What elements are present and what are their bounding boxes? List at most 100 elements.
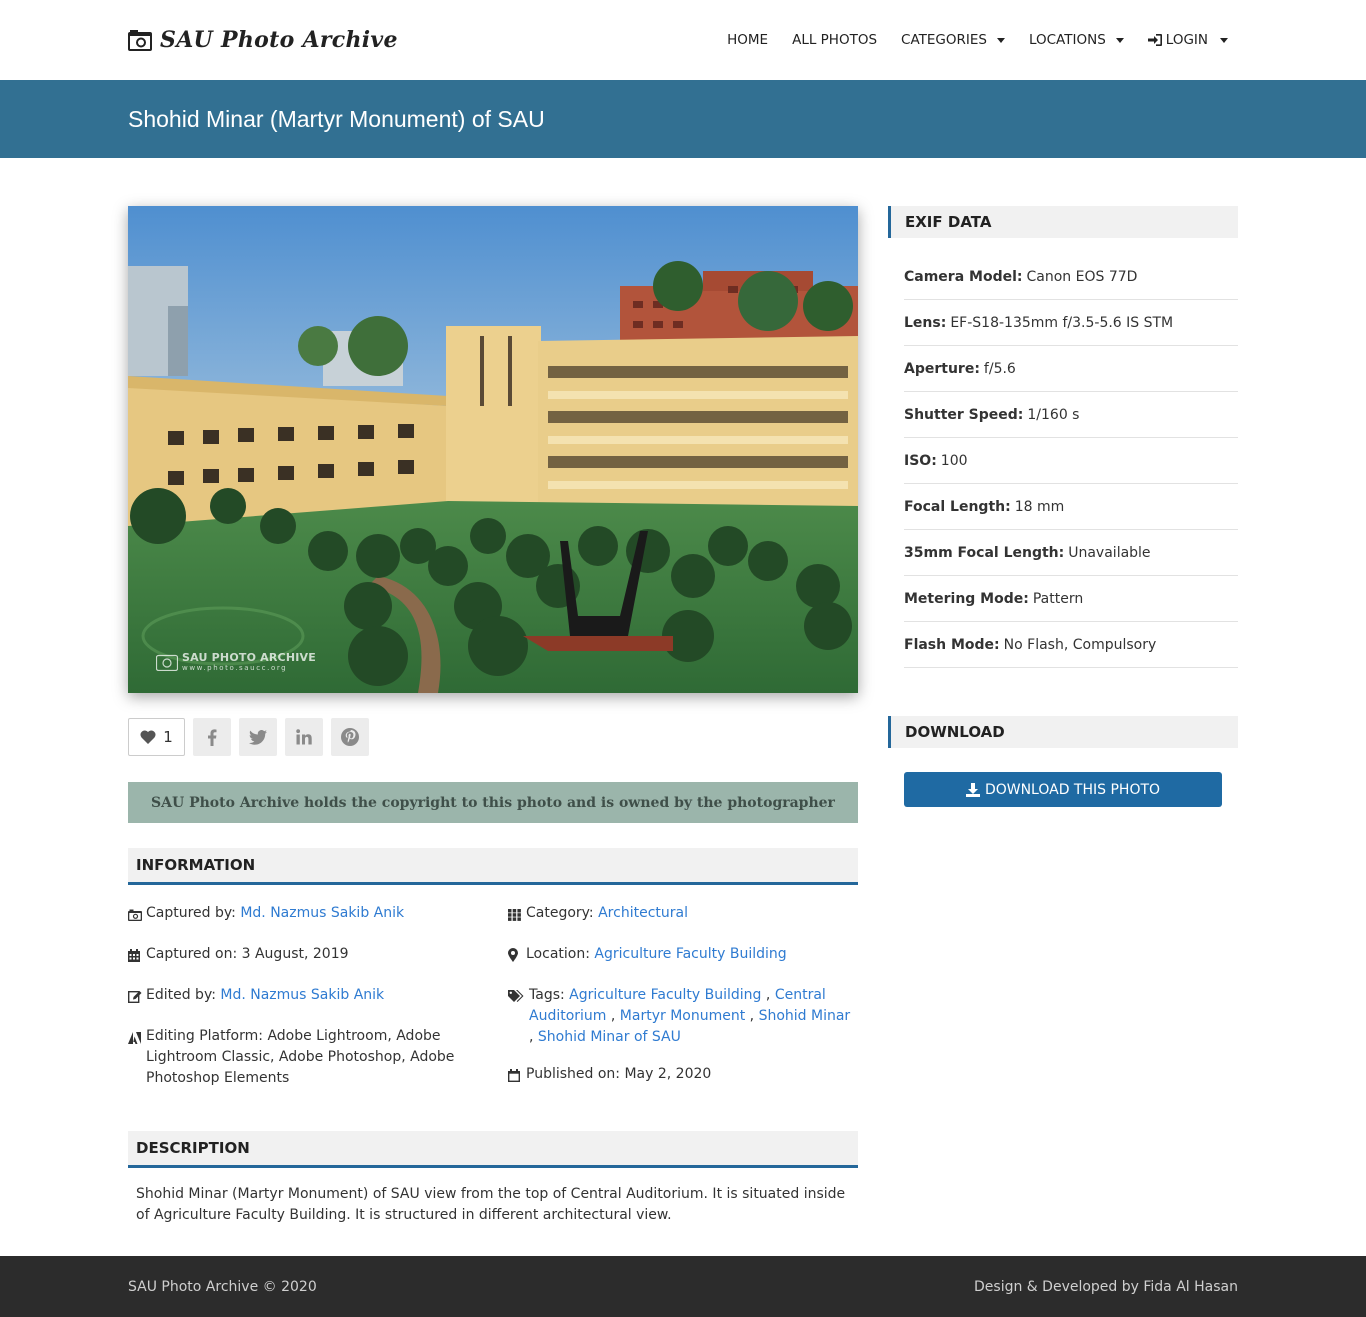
exif-row-lens: Lens: EF-S18-135mm f/3.5-5.6 IS STM bbox=[904, 300, 1238, 346]
watermark-url: www.photo.saucc.org bbox=[182, 664, 288, 672]
tag-link[interactable]: Shohid Minar bbox=[759, 1008, 851, 1024]
editing-platform-label: Editing Platform: bbox=[146, 1028, 263, 1044]
map-marker-icon bbox=[508, 944, 526, 969]
download-photo-button[interactable]: DOWNLOAD THIS PHOTO bbox=[904, 772, 1222, 807]
caret-down-icon bbox=[1220, 37, 1228, 43]
tags-icon bbox=[508, 985, 526, 1048]
exif-label: Camera Model: bbox=[904, 268, 1023, 285]
nav-login[interactable]: LOGIN bbox=[1147, 32, 1228, 48]
brand-name: SAU Photo Archive bbox=[160, 27, 398, 53]
exif-row-focal-length: Focal Length: 18 mm bbox=[904, 484, 1238, 530]
information-left-column: Captured by: Md. Nazmus Sakib Anik Captu… bbox=[127, 903, 508, 1105]
exif-row-camera-model: Camera Model: Canon EOS 77D bbox=[904, 254, 1238, 300]
exif-label: Aperture: bbox=[904, 360, 980, 377]
exif-row-iso: ISO: 100 bbox=[904, 438, 1238, 484]
info-location: Location: Agriculture Faculty Building bbox=[508, 944, 858, 969]
tags-label: Tags: bbox=[529, 987, 565, 1003]
tag-link[interactable]: Shohid Minar of SAU bbox=[538, 1029, 681, 1045]
facebook-icon bbox=[208, 728, 217, 746]
category-link[interactable]: Architectural bbox=[598, 905, 688, 921]
calendar-icon bbox=[128, 944, 146, 969]
exif-value: Pattern bbox=[1032, 590, 1084, 607]
location-link[interactable]: Agriculture Faculty Building bbox=[594, 946, 786, 962]
brand[interactable]: SAU Photo Archive bbox=[128, 27, 398, 53]
download-heading: DOWNLOAD bbox=[888, 716, 1238, 748]
edit-icon bbox=[127, 985, 146, 1010]
share-linkedin-button[interactable] bbox=[285, 718, 323, 756]
tag-link[interactable]: Agriculture Faculty Building bbox=[569, 987, 761, 1003]
info-category: Category: Architectural bbox=[508, 903, 858, 928]
edited-by-link[interactable]: Md. Nazmus Sakib Anik bbox=[220, 987, 384, 1003]
info-edited-by: Edited by: Md. Nazmus Sakib Anik bbox=[127, 985, 508, 1010]
description-heading: DESCRIPTION bbox=[128, 1131, 858, 1168]
heart-icon bbox=[140, 730, 156, 744]
captured-by-link[interactable]: Md. Nazmus Sakib Anik bbox=[240, 905, 404, 921]
like-count: 1 bbox=[163, 728, 173, 746]
share-twitter-button[interactable] bbox=[239, 718, 277, 756]
nav-categories-label: CATEGORIES bbox=[901, 32, 987, 48]
exif-value: 1/160 s bbox=[1027, 406, 1080, 423]
exif-label: ISO: bbox=[904, 452, 937, 469]
exif-label: Metering Mode: bbox=[904, 590, 1029, 607]
footer: SAU Photo Archive © 2020 Design & Develo… bbox=[0, 1256, 1366, 1317]
exif-row-shutter-speed: Shutter Speed: 1/160 s bbox=[904, 392, 1238, 438]
exif-row-metering-mode: Metering Mode: Pattern bbox=[904, 576, 1238, 622]
share-pinterest-button[interactable] bbox=[331, 718, 369, 756]
exif-row-flash-mode: Flash Mode: No Flash, Compulsory bbox=[904, 622, 1238, 668]
exif-row-35mm-focal-length: 35mm Focal Length: Unavailable bbox=[904, 530, 1238, 576]
photo-illustration bbox=[128, 206, 858, 693]
twitter-icon bbox=[249, 729, 267, 745]
footer-credits: Design & Developed by Fida Al Hasan bbox=[974, 1278, 1238, 1295]
download-icon bbox=[965, 782, 980, 797]
main-nav: HOME ALL PHOTOS CATEGORIES LOCATIONS LOG… bbox=[727, 32, 1238, 48]
captured-on-label: Captured on: bbox=[146, 946, 238, 962]
exif-value: 18 mm bbox=[1014, 498, 1065, 515]
exif-value: Canon EOS 77D bbox=[1026, 268, 1138, 285]
left-column: SAU PHOTO ARCHIVE www.photo.saucc.org 1 bbox=[127, 206, 858, 1226]
edited-by-label: Edited by: bbox=[146, 987, 216, 1003]
captured-by-label: Captured by: bbox=[146, 905, 236, 921]
adobe-icon bbox=[128, 1026, 146, 1089]
camera-icon bbox=[128, 903, 146, 928]
watermark-title: SAU PHOTO ARCHIVE bbox=[182, 651, 316, 664]
info-editing-platform: Editing Platform: Adobe Lightroom, Adobe… bbox=[128, 1026, 508, 1089]
tag-link[interactable]: Martyr Monument bbox=[620, 1008, 745, 1024]
camera-icon bbox=[156, 654, 178, 671]
info-captured-by: Captured by: Md. Nazmus Sakib Anik bbox=[128, 903, 508, 928]
nav-all-photos[interactable]: ALL PHOTOS bbox=[792, 32, 877, 48]
published-label: Published on: bbox=[526, 1066, 621, 1082]
exif-label: Flash Mode: bbox=[904, 636, 1000, 653]
download-button-label: DOWNLOAD THIS PHOTO bbox=[984, 781, 1161, 798]
exif-label: Focal Length: bbox=[904, 498, 1011, 515]
description-text: Shohid Minar (Martyr Monument) of SAU vi… bbox=[136, 1186, 846, 1223]
exif-label: Lens: bbox=[904, 314, 947, 331]
exif-label: Shutter Speed: bbox=[904, 406, 1024, 423]
nav-login-label: LOGIN bbox=[1165, 32, 1208, 48]
exif-row-aperture: Aperture: f/5.6 bbox=[904, 346, 1238, 392]
like-button[interactable]: 1 bbox=[128, 718, 185, 756]
exif-value: f/5.6 bbox=[983, 360, 1016, 377]
camera-icon bbox=[128, 29, 152, 51]
sign-in-icon bbox=[1147, 34, 1162, 46]
exif-value: No Flash, Compulsory bbox=[1003, 636, 1157, 653]
pinterest-icon bbox=[341, 728, 359, 746]
info-tags: Tags: Agriculture Faculty Building , Cen… bbox=[508, 985, 858, 1048]
grid-icon bbox=[508, 903, 526, 928]
exif-value: Unavailable bbox=[1068, 544, 1151, 561]
caret-down-icon bbox=[1115, 37, 1124, 43]
linkedin-icon bbox=[296, 729, 312, 745]
captured-on-value: 3 August, 2019 bbox=[241, 946, 349, 962]
information-section: Captured by: Md. Nazmus Sakib Anik Captu… bbox=[127, 903, 858, 1105]
exif-value: 100 bbox=[940, 452, 968, 469]
info-published-on: Published on: May 2, 2020 bbox=[507, 1064, 858, 1089]
page-title: Shohid Minar (Martyr Monument) of SAU bbox=[128, 105, 545, 132]
nav-home[interactable]: HOME bbox=[727, 32, 768, 48]
nav-categories[interactable]: CATEGORIES bbox=[901, 32, 1005, 48]
photo-watermark: SAU PHOTO ARCHIVE www.photo.saucc.org bbox=[156, 651, 316, 672]
main-content: SAU PHOTO ARCHIVE www.photo.saucc.org 1 bbox=[0, 158, 1366, 1226]
published-value: May 2, 2020 bbox=[624, 1066, 712, 1082]
footer-copyright: SAU Photo Archive © 2020 bbox=[128, 1278, 317, 1295]
share-facebook-button[interactable] bbox=[193, 718, 231, 756]
nav-locations[interactable]: LOCATIONS bbox=[1029, 32, 1124, 48]
info-captured-on: Captured on: 3 August, 2019 bbox=[128, 944, 508, 969]
